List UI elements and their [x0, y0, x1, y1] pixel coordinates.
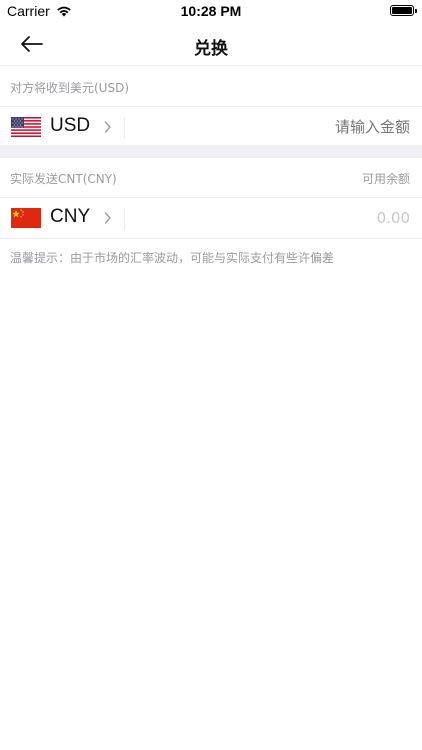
send-label: 实际发送CNT(CNY): [10, 172, 117, 186]
chevron-right-icon[interactable]: [104, 211, 112, 225]
row-separator: [124, 208, 125, 230]
page-title: 兑换: [194, 39, 228, 59]
send-currency-row: CNY 0.00: [0, 197, 422, 239]
receive-currency-row: USD: [0, 106, 422, 148]
nav-bar: 兑换: [0, 22, 422, 66]
section-divider: [0, 145, 422, 158]
receive-amount-input[interactable]: [150, 118, 410, 136]
rate-notice: 温馨提示：由于市场的汇率波动，可能与实际支付有些许偏差: [10, 251, 335, 265]
battery-icon: [390, 5, 417, 16]
status-time: 10:28 PM: [180, 3, 242, 19]
available-balance-label[interactable]: 可用余额: [362, 170, 410, 187]
status-bar: Carrier 10:28 PM: [0, 0, 422, 22]
receive-label: 对方将收到美元(USD): [10, 81, 130, 95]
receive-currency-code[interactable]: USD: [50, 115, 90, 137]
cn-flag-icon: [11, 208, 41, 228]
chevron-right-icon[interactable]: [104, 120, 112, 134]
row-separator: [124, 117, 125, 139]
send-amount-value[interactable]: 0.00: [150, 209, 410, 227]
send-currency-code[interactable]: CNY: [50, 206, 90, 228]
us-flag-icon: [11, 117, 41, 137]
